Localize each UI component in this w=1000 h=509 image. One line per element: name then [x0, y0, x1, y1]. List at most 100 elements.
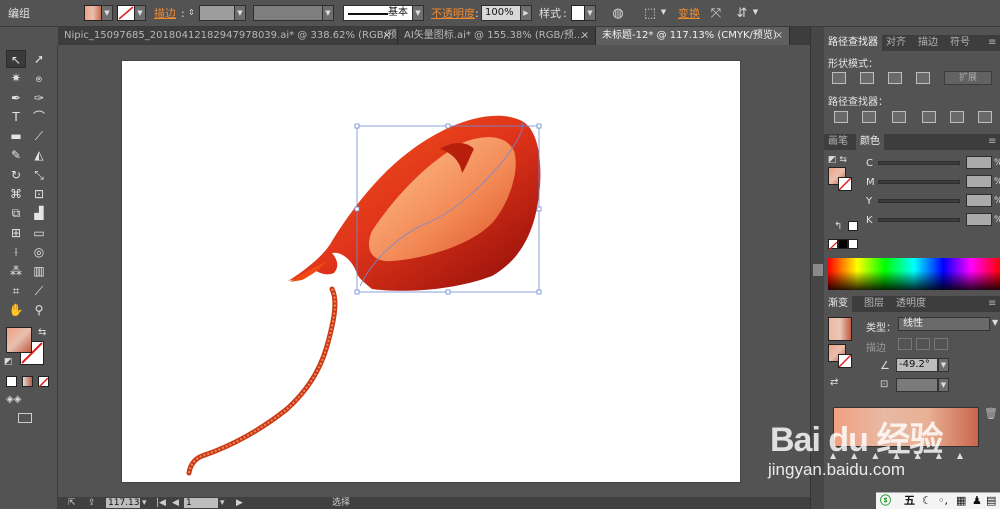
outline-icon[interactable] — [950, 111, 964, 123]
blend-tool-icon[interactable]: ◎ — [29, 243, 49, 261]
tab-gradient[interactable]: 渐变 — [824, 296, 852, 312]
stroke-swatch[interactable] — [117, 5, 135, 21]
stroke-weight-input[interactable] — [199, 5, 235, 21]
trim-icon[interactable] — [862, 111, 876, 123]
selection-handle[interactable] — [445, 289, 451, 295]
lasso-tool-icon[interactable]: ၜ — [29, 69, 49, 87]
eyedropper-tool-icon[interactable]: ⟊ — [6, 243, 26, 261]
intersect-icon[interactable] — [888, 72, 902, 84]
swap-fill-stroke-icon[interactable]: ⇆ — [38, 327, 46, 338]
selection-handle[interactable] — [354, 289, 360, 295]
eraser-tool-icon[interactable]: ◭ — [29, 146, 49, 164]
default-colors-icon[interactable]: ◩ ⇆ — [828, 155, 847, 165]
tab-stroke[interactable]: 描边 — [914, 35, 942, 51]
recolor-artwork-icon[interactable]: ◍ — [610, 0, 626, 27]
tab-symbols[interactable]: 符号 — [946, 35, 974, 51]
stroke-link[interactable]: 描边 — [154, 0, 176, 27]
symbol-sprayer-tool-icon[interactable]: ⁂ — [6, 262, 26, 280]
magic-wand-tool-icon[interactable]: ✷ — [6, 69, 26, 87]
scrollbar-thumb[interactable] — [813, 264, 823, 276]
variable-width-profile[interactable] — [253, 5, 323, 21]
close-tab-icon[interactable]: × — [383, 27, 391, 45]
ime-logo-icon[interactable]: ⓢ — [880, 493, 891, 509]
gradient-type-dropdown-arrow[interactable]: ▼ — [992, 318, 998, 327]
color-mode-icon[interactable] — [6, 376, 17, 387]
selection-handle[interactable] — [536, 123, 542, 129]
align-to-icon[interactable]: ⬚ — [642, 0, 658, 27]
channel-c-slider[interactable] — [878, 161, 960, 165]
tab-layers[interactable]: 图层 — [860, 296, 888, 312]
minus-back-icon[interactable] — [978, 111, 992, 123]
ime-keyboard-icon[interactable]: ▦ — [956, 493, 966, 509]
perspective-grid-tool-icon[interactable]: ▟ — [29, 204, 49, 222]
stroke-across-icon[interactable] — [934, 338, 948, 350]
tab-pathfinder[interactable]: 路径查找器 — [824, 35, 882, 51]
gradient-tool-icon[interactable]: ▭ — [29, 224, 49, 242]
pencil-tool-icon[interactable]: ✎ — [6, 146, 26, 164]
screen-mode-icon[interactable] — [18, 413, 32, 423]
white-swatch[interactable] — [848, 221, 858, 231]
direct-selection-tool-icon[interactable]: ➚ — [29, 50, 49, 68]
zoom-level-input[interactable]: 117.13 — [106, 498, 140, 508]
opacity-input[interactable]: 100% — [481, 5, 521, 21]
selection-handle[interactable] — [354, 123, 360, 129]
stroke-weight-dropdown[interactable]: ▼ — [235, 5, 246, 21]
default-colors-icon[interactable]: ◩ — [4, 357, 13, 367]
tab-transparency[interactable]: 透明度 — [892, 296, 930, 312]
gradient-aspect-input[interactable] — [896, 378, 938, 392]
first-artboard-icon[interactable]: |◀ — [156, 497, 166, 509]
tab-align[interactable]: 对齐 — [882, 35, 910, 51]
artboard-dropdown-arrow[interactable]: ▾ — [220, 497, 225, 509]
ime-moon-icon[interactable]: ☾ — [922, 493, 932, 509]
fill-dropdown-arrow[interactable]: ▼ — [102, 5, 113, 21]
panel-menu-icon[interactable]: ≡ — [984, 296, 1000, 312]
channel-k-slider[interactable] — [878, 218, 960, 222]
mesh-tool-icon[interactable]: ⊞ — [6, 224, 26, 242]
scale-tool-icon[interactable]: ⤡ — [29, 166, 49, 184]
selection-handle[interactable] — [445, 123, 451, 129]
out-of-gamut-icon[interactable]: ↰ — [834, 221, 842, 232]
zoom-dropdown-arrow[interactable]: ▾ — [142, 497, 147, 509]
ime-mode-label[interactable]: 五 — [904, 493, 915, 509]
expand-button[interactable]: 扩展 — [944, 71, 992, 85]
exclude-icon[interactable] — [916, 72, 930, 84]
stroke-weight-stepper[interactable]: ⇕ — [188, 5, 196, 21]
brush-dropdown[interactable]: ▼ — [413, 5, 424, 21]
transform-options-dropdown[interactable]: ▼ — [750, 5, 761, 21]
graphic-style-swatch[interactable] — [571, 5, 585, 21]
color-spectrum[interactable] — [828, 258, 1000, 290]
paintbrush-tool-icon[interactable]: ⟋ — [29, 127, 49, 145]
isolate-group-icon[interactable]: ⤧ — [708, 0, 724, 27]
black-swatch[interactable] — [838, 239, 848, 249]
tab-nipic-document[interactable]: Nipic_15097685_20180412182947978039.ai* … — [58, 27, 398, 45]
export-icon[interactable]: ⇪ — [88, 497, 96, 509]
panel-menu-icon[interactable]: ≡ — [984, 35, 1000, 51]
width-tool-icon[interactable]: ⌘ — [6, 185, 26, 203]
tab-color[interactable]: 颜色 — [856, 134, 884, 150]
channel-c-input[interactable] — [966, 156, 992, 169]
artboard-nav-icon[interactable]: ⇱ — [68, 497, 76, 509]
tab-brushes[interactable]: 画笔 — [824, 134, 852, 150]
graphic-style-dropdown[interactable]: ▼ — [585, 5, 596, 21]
channel-y-slider[interactable] — [878, 199, 960, 203]
unite-icon[interactable] — [832, 72, 846, 84]
artwork[interactable] — [122, 61, 742, 484]
zoom-tool-icon[interactable]: ⚲ — [29, 301, 49, 319]
channel-m-input[interactable] — [966, 175, 992, 188]
tab-ai-vector-icon[interactable]: AI矢量图标.ai* @ 155.38% (RGB/预... × — [398, 27, 596, 45]
stroke-along-icon[interactable] — [916, 338, 930, 350]
gradient-angle-dropdown[interactable]: ▼ — [938, 358, 949, 372]
gradient-stroke-box[interactable] — [838, 354, 852, 368]
artboard-number-input[interactable]: 1 — [184, 498, 218, 508]
selection-handle[interactable] — [536, 289, 542, 295]
selection-tool-icon[interactable]: ↖ — [6, 50, 26, 68]
previous-artboard-icon[interactable]: ◀ — [172, 497, 179, 509]
channel-k-input[interactable] — [966, 213, 992, 226]
hand-tool-icon[interactable]: ✋ — [6, 301, 26, 319]
rectangle-tool-icon[interactable]: ▬ — [6, 127, 26, 145]
drawing-mode-icon[interactable]: ◈◈ — [6, 394, 21, 405]
tab-untitled-12[interactable]: 未标题-12* @ 117.13% (CMYK/预览) × — [596, 27, 790, 45]
opacity-link[interactable]: 不透明度 — [431, 0, 475, 27]
delete-stop-icon[interactable]: 🗑 — [984, 407, 998, 420]
fill-swatch[interactable] — [84, 5, 102, 21]
